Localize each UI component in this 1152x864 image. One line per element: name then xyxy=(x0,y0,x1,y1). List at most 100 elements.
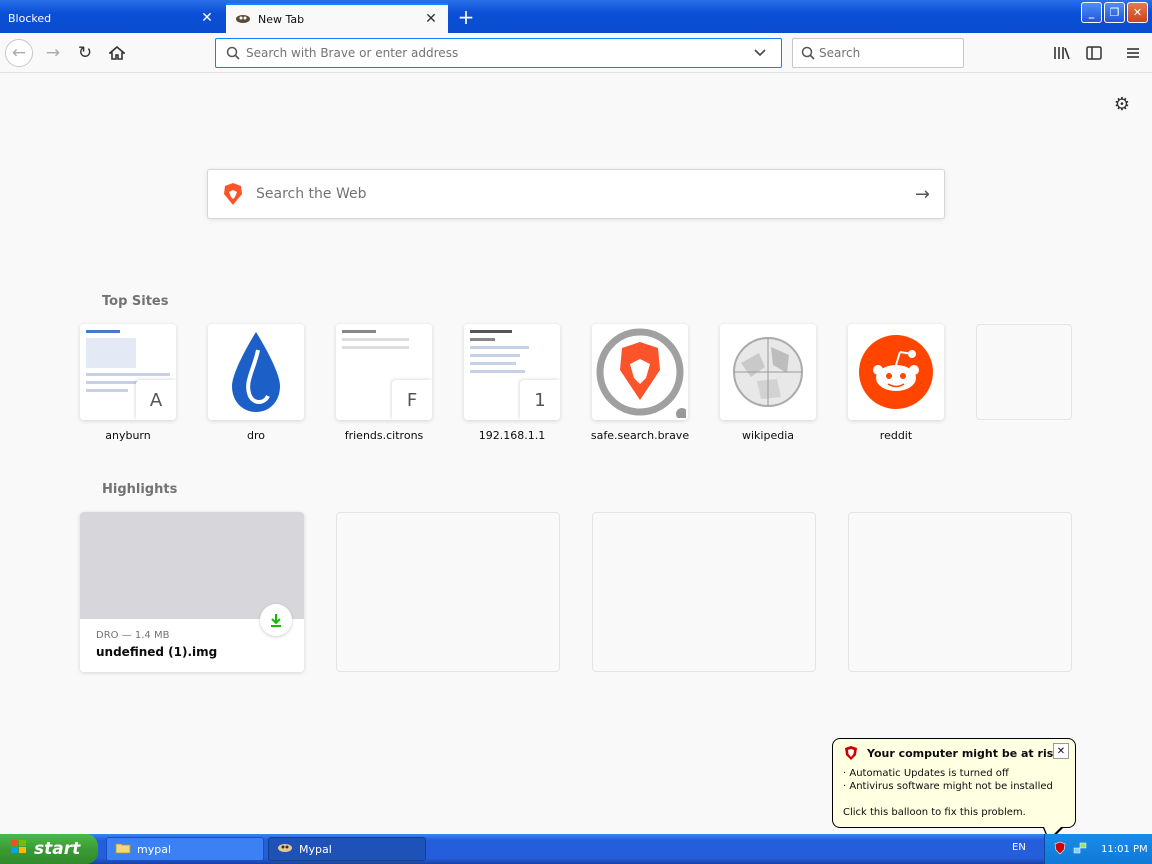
taskbar-item-mypal-browser[interactable]: Mypal xyxy=(268,837,426,861)
taskbar-item-mypal-folder[interactable]: mypal xyxy=(106,837,264,861)
tab-new-tab[interactable]: New Tab ✕ xyxy=(226,3,448,33)
top-site-empty[interactable] xyxy=(976,324,1072,442)
arrow-left-icon: ← xyxy=(11,43,27,63)
navigation-toolbar: ← → ↻ xyxy=(0,33,1152,73)
top-site-safe-search-brave[interactable]: safe.search.brave xyxy=(590,324,690,442)
start-label: start xyxy=(34,839,81,859)
windows-flag-icon xyxy=(10,839,28,859)
reddit-alien-icon xyxy=(859,335,933,409)
start-button[interactable]: start xyxy=(0,834,98,864)
tab-blocked[interactable]: Blocked ✕ xyxy=(0,3,224,33)
site-letter-badge: F xyxy=(392,380,432,420)
wikipedia-globe-icon xyxy=(733,337,803,407)
site-label: wikipedia xyxy=(741,429,794,442)
site-thumbnail xyxy=(720,324,816,420)
highlight-title: undefined (1).img xyxy=(96,645,218,659)
sidebar-button[interactable] xyxy=(1080,39,1108,67)
restore-button[interactable]: ❐ xyxy=(1104,2,1125,23)
top-site-anyburn[interactable]: A anyburn xyxy=(80,324,176,442)
web-search-input[interactable] xyxy=(256,186,915,202)
highlight-empty-slot xyxy=(848,512,1072,672)
site-label: anyburn xyxy=(105,429,151,442)
security-alert-balloon[interactable]: Your computer might be at risk ✕ · Autom… xyxy=(832,738,1076,842)
gear-icon: ⚙ xyxy=(1113,93,1131,115)
tab-label: New Tab xyxy=(258,12,305,26)
taskbar: start mypal Mypal EN 11:01 PM xyxy=(0,834,1152,864)
site-thumbnail xyxy=(592,324,688,420)
top-sites-title: Top Sites xyxy=(102,294,169,309)
site-label: safe.search.brave xyxy=(590,429,690,442)
url-bar[interactable] xyxy=(215,38,782,68)
window-controls: _ ❐ ✕ xyxy=(1081,2,1148,23)
web-search-box[interactable]: → xyxy=(207,169,945,219)
search-icon xyxy=(801,46,815,60)
task-label: Mypal xyxy=(299,842,332,856)
site-thumbnail: F xyxy=(336,324,432,420)
new-tab-button[interactable]: + xyxy=(452,4,480,30)
search-icon xyxy=(224,46,242,60)
home-button[interactable] xyxy=(103,39,131,67)
arrow-right-icon[interactable]: → xyxy=(915,184,930,205)
search-input[interactable] xyxy=(819,46,969,60)
close-window-button[interactable]: ✕ xyxy=(1127,2,1148,23)
top-site-dro[interactable]: dro xyxy=(208,324,304,442)
close-icon: ✕ xyxy=(1056,745,1066,757)
top-site-wikipedia[interactable]: wikipedia xyxy=(720,324,816,442)
balloon-close-button[interactable]: ✕ xyxy=(1053,743,1069,759)
balloon-line-updates: · Automatic Updates is turned off xyxy=(843,768,1009,779)
highlight-preview xyxy=(80,512,304,619)
back-button[interactable]: ← xyxy=(5,39,33,67)
download-icon xyxy=(260,604,292,636)
home-icon xyxy=(109,45,125,60)
highlights-grid: DRO — 1.4 MB undefined (1).img xyxy=(80,512,1072,672)
library-icon xyxy=(1054,47,1070,60)
empty-site-slot xyxy=(976,324,1072,420)
close-icon: ✕ xyxy=(1132,6,1143,19)
network-icon[interactable] xyxy=(1073,841,1087,858)
tab-strip: Blocked ✕ New Tab ✕ + _ ❐ ✕ xyxy=(0,0,1152,33)
library-button[interactable] xyxy=(1048,39,1076,67)
sidebar-icon xyxy=(1086,46,1102,60)
plus-icon: + xyxy=(457,5,475,29)
top-site-192-168-1-1[interactable]: 1 192.168.1.1 xyxy=(464,324,560,442)
highlight-empty-slot xyxy=(336,512,560,672)
top-sites-grid: A anyburn dro F friends.citrons 1 192.16… xyxy=(80,324,1072,442)
minimize-button[interactable]: _ xyxy=(1081,2,1102,23)
mypal-favicon-icon xyxy=(234,12,252,26)
highlight-meta: DRO — 1.4 MB xyxy=(96,630,170,641)
arrow-right-icon: → xyxy=(45,43,61,63)
site-thumbnail xyxy=(208,324,304,420)
site-letter-badge: 1 xyxy=(520,380,560,420)
security-shield-icon[interactable] xyxy=(1053,841,1067,858)
site-thumbnail: A xyxy=(80,324,176,420)
forward-button[interactable]: → xyxy=(39,39,67,67)
reload-button[interactable]: ↻ xyxy=(71,39,99,67)
top-site-friends-citrons[interactable]: F friends.citrons xyxy=(336,324,432,442)
close-icon[interactable]: ✕ xyxy=(422,10,440,28)
tab-label: Blocked xyxy=(8,11,52,25)
url-input[interactable] xyxy=(246,46,751,60)
highlight-card-download[interactable]: DRO — 1.4 MB undefined (1).img xyxy=(80,512,304,672)
highlights-title: Highlights xyxy=(102,482,178,497)
hamburger-menu-icon xyxy=(1127,48,1139,58)
site-label: dro xyxy=(247,429,265,442)
water-drop-icon xyxy=(232,332,280,412)
folder-icon xyxy=(115,842,131,857)
system-tray: 11:01 PM xyxy=(1044,834,1152,864)
menu-button[interactable] xyxy=(1119,39,1147,67)
clock[interactable]: 11:01 PM xyxy=(1101,844,1148,855)
new-tab-page: ⚙ → Top Sites A anyburn dro xyxy=(0,74,1152,834)
task-label: mypal xyxy=(137,842,172,856)
balloon-line-antivirus: · Antivirus software might not be instal… xyxy=(843,781,1053,792)
customize-button[interactable]: ⚙ xyxy=(1110,92,1134,116)
close-icon[interactable]: ✕ xyxy=(198,9,216,27)
balloon-title: Your computer might be at risk xyxy=(867,746,1061,760)
search-bar[interactable] xyxy=(792,38,969,68)
language-indicator[interactable]: EN xyxy=(1012,842,1026,853)
site-label: friends.citrons xyxy=(344,429,424,442)
chevron-down-icon[interactable] xyxy=(751,48,769,58)
brave-lion-icon xyxy=(596,328,686,418)
site-thumbnail: 1 xyxy=(464,324,560,420)
mypal-favicon-icon xyxy=(277,842,293,857)
top-site-reddit[interactable]: reddit xyxy=(848,324,944,442)
